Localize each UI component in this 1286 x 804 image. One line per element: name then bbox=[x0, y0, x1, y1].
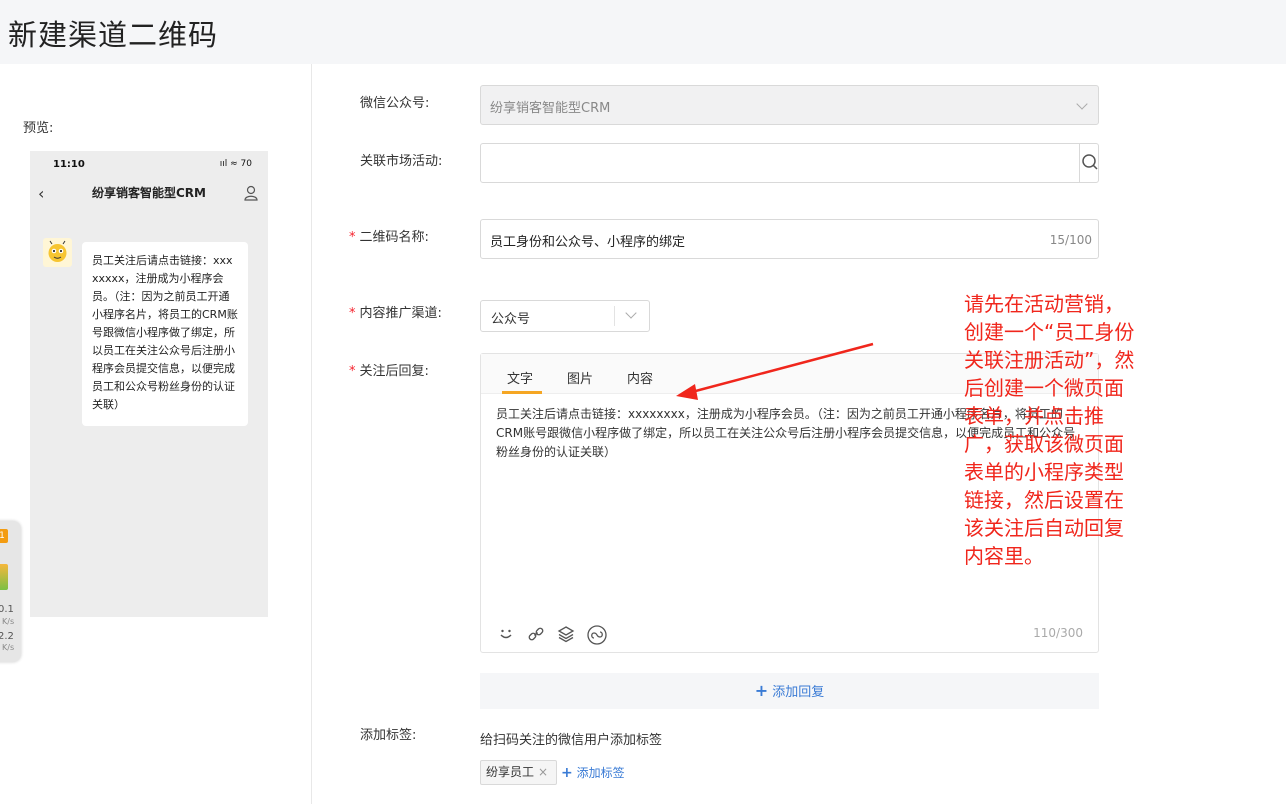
add-reply-label: 添加回复 bbox=[772, 685, 825, 700]
wechat-account-value: 纷享销客智能型CRM bbox=[490, 101, 611, 116]
tag-chip-label: 纷享员工 bbox=[486, 765, 535, 779]
plus-icon: + bbox=[561, 765, 573, 781]
campaign-search-input[interactable] bbox=[480, 143, 1099, 183]
qr-name-input[interactable]: 员工身份和公众号、小程序的绑定 15/100 bbox=[480, 219, 1099, 259]
bot-avatar bbox=[43, 238, 72, 267]
wechat-account-select: 纷享销客智能型CRM bbox=[480, 85, 1099, 125]
close-icon[interactable]: × bbox=[538, 765, 548, 779]
campaign-label: 关联市场活动: bbox=[360, 154, 443, 169]
network-monitor-widget[interactable]: 1 0.1 K/s 2.2 K/s bbox=[0, 521, 21, 662]
mini-program-icon[interactable] bbox=[587, 625, 607, 645]
channel-value: 公众号 bbox=[491, 312, 531, 327]
required-mark: * bbox=[349, 230, 356, 245]
select-divider bbox=[614, 306, 615, 326]
widget-badge: 1 bbox=[0, 529, 8, 543]
phone-nav-title: 纷享销客智能型CRM bbox=[92, 186, 206, 200]
qr-name-value: 员工身份和公众号、小程序的绑定 bbox=[490, 235, 686, 250]
emoji-icon[interactable] bbox=[497, 625, 515, 643]
campaign-search-button[interactable] bbox=[1079, 144, 1098, 182]
page-header: 新建渠道二维码 bbox=[0, 0, 1286, 64]
link-icon[interactable] bbox=[527, 625, 545, 643]
reply-label: * 关注后回复: bbox=[349, 364, 429, 379]
widget-unit-1: K/s bbox=[2, 617, 15, 626]
chevron-down-icon bbox=[1076, 98, 1088, 110]
phone-status-bar: 11:10 ııl ≈ 70 bbox=[30, 151, 268, 179]
qr-name-counter: 15/100 bbox=[1049, 233, 1092, 247]
add-tag-button[interactable]: + 添加标签 bbox=[561, 764, 625, 781]
preview-label: 预览: bbox=[23, 121, 54, 136]
plus-icon: + bbox=[754, 681, 769, 700]
channel-select[interactable]: 公众号 bbox=[480, 300, 650, 332]
channel-label: * 内容推广渠道: bbox=[349, 306, 442, 321]
annotation-note: 请先在活动营销，创建一个“员工身份关联注册活动”，然后创建一个微页面表单，并点击… bbox=[964, 292, 1135, 568]
search-icon bbox=[1082, 154, 1098, 170]
page-title: 新建渠道二维码 bbox=[8, 18, 219, 52]
widget-stat-1: 0.1 bbox=[0, 604, 14, 615]
required-mark: * bbox=[349, 364, 356, 379]
add-tag-label: 添加标签 bbox=[576, 766, 625, 780]
bee-avatar-icon bbox=[48, 240, 67, 262]
active-tab-indicator bbox=[502, 391, 542, 394]
tags-label: 添加标签: bbox=[360, 728, 417, 743]
required-mark: * bbox=[349, 306, 356, 321]
widget-stat-2: 2.2 bbox=[0, 631, 14, 642]
phone-time: 11:10 bbox=[53, 159, 85, 170]
phone-preview: 11:10 ııl ≈ 70 ‹ 纷享销客智能型CRM 员工关注后请点击链接：x… bbox=[30, 151, 268, 617]
tab-image[interactable]: 图片 bbox=[567, 368, 593, 387]
chevron-down-icon bbox=[625, 307, 637, 319]
phone-status-icons: ııl ≈ 70 bbox=[219, 159, 252, 169]
phone-nav-bar: ‹ 纷享销客智能型CRM bbox=[30, 179, 268, 209]
tab-content[interactable]: 内容 bbox=[627, 368, 653, 387]
tab-text[interactable]: 文字 bbox=[507, 368, 533, 387]
add-reply-button[interactable]: + 添加回复 bbox=[480, 673, 1099, 709]
preview-message-bubble: 员工关注后请点击链接：xxxxxxxx，注册成为小程序会员。（注：因为之前员工开… bbox=[82, 242, 248, 426]
widget-unit-2: K/s bbox=[2, 643, 15, 652]
tags-hint: 给扫码关注的微信用户添加标签 bbox=[480, 733, 663, 748]
tag-chip: 纷享员工 × bbox=[480, 760, 558, 785]
widget-level-icon bbox=[0, 564, 8, 590]
reply-counter: 110/300 bbox=[1033, 626, 1083, 640]
layers-icon[interactable] bbox=[557, 625, 575, 643]
user-icon bbox=[244, 185, 258, 201]
qr-name-label: * 二维码名称: bbox=[349, 230, 429, 245]
wechat-account-label: 微信公众号: bbox=[360, 96, 430, 111]
